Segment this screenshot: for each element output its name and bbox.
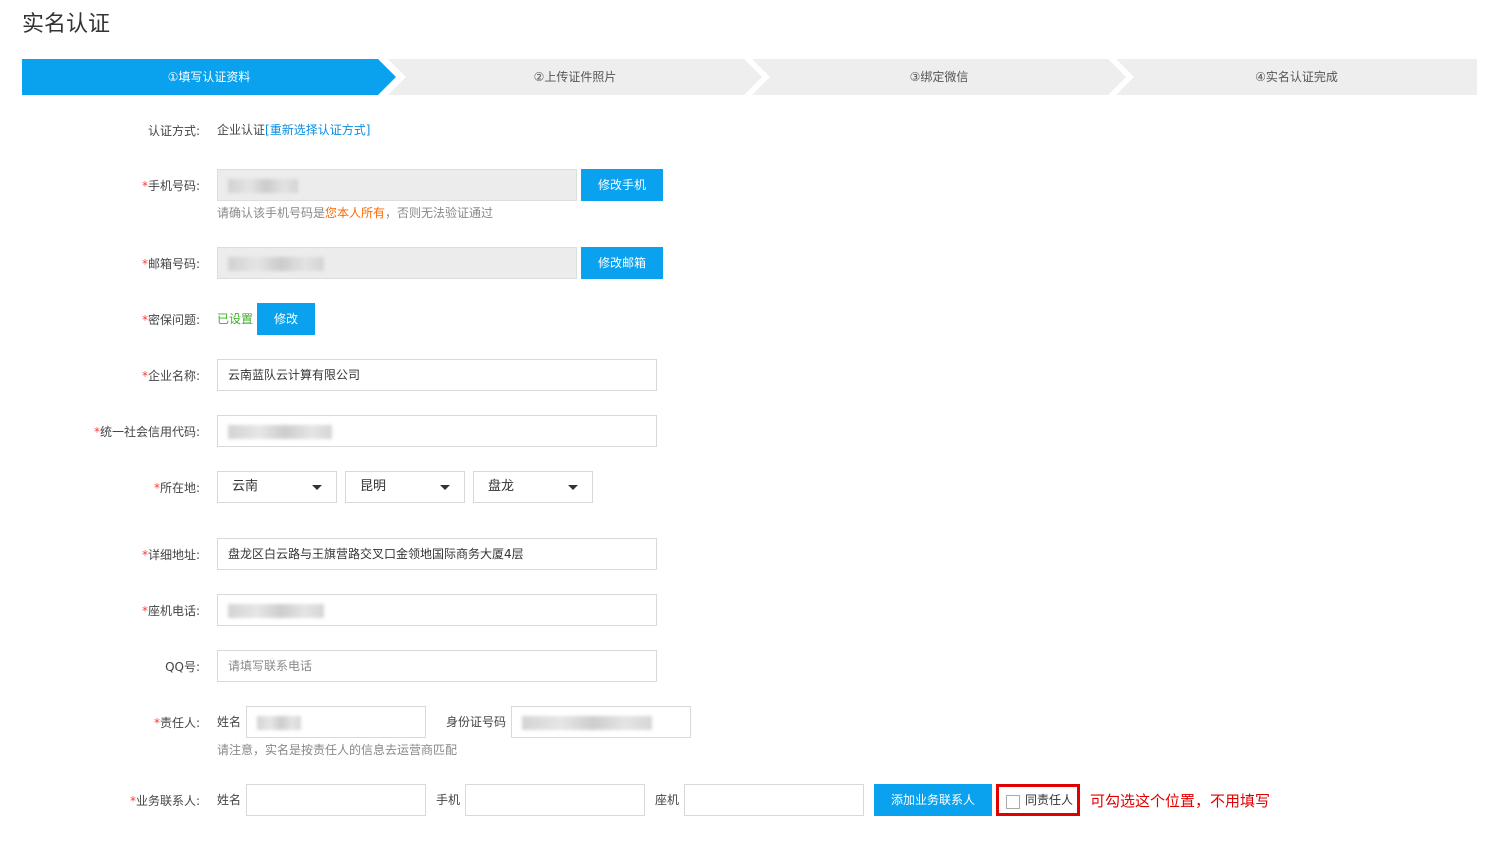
same-as-responsible-label: 同责任人 [1025,793,1074,807]
security-status: 已设置 [217,312,254,326]
contact-mobile-input[interactable] [465,784,645,816]
landline-label: *座机电话: [141,604,200,618]
responsible-name-input[interactable] [246,706,426,738]
email-label: *邮箱号码: [141,257,200,271]
location-label: *所在地: [153,481,200,495]
auth-method-label: 认证方式: [147,124,200,138]
id-number-label: 身份证号码 [446,715,507,729]
id-number-input[interactable] [511,706,691,738]
step-label: ②上传证件照片 [533,70,617,84]
add-contact-button[interactable]: 添加业务联系人 [874,784,992,816]
same-as-responsible-checkbox[interactable] [1006,795,1020,809]
responsible-label: *责任人: [153,716,200,730]
blurred-value [257,715,301,730]
credit-code-input[interactable] [217,415,657,447]
landline-input[interactable] [217,594,657,626]
business-contact-label: *业务联系人: [129,794,200,808]
progress-stepper: ①填写认证资料 ②上传证件照片 ③绑定微信 ④实名认证完成 [22,59,1477,95]
qq-label: QQ号: [165,660,200,674]
company-name-input[interactable]: 云南蓝队云计算有限公司 [217,359,657,391]
responsible-name-label: 姓名 [217,715,242,729]
page-title: 实名认证 [22,12,111,37]
contact-landline-input[interactable] [684,784,864,816]
step-fill-info[interactable]: ①填写认证资料 [22,59,396,95]
contact-mobile-label: 手机 [436,793,461,807]
blurred-value [522,715,652,730]
address-label: *详细地址: [141,548,200,562]
step-label: ④实名认证完成 [1255,70,1338,84]
blurred-value [228,256,324,271]
step-label: ③绑定微信 [909,70,969,84]
blurred-value [228,603,324,618]
same-as-responsible-highlight[interactable]: 同责任人 [996,784,1080,816]
change-security-button[interactable]: 修改 [257,303,315,335]
reselect-method-link[interactable]: [重新选择认证方式] [265,123,370,137]
annotation-note: 可勾选这个位置，不用填写 [1090,792,1271,810]
contact-name-input[interactable] [246,784,426,816]
chevron-down-icon [440,485,450,490]
change-email-button[interactable]: 修改邮箱 [581,247,663,279]
blurred-value [228,424,332,439]
qq-input[interactable]: 请填写联系电话 [217,650,657,682]
phone-label: *手机号码: [141,179,200,193]
change-phone-button[interactable]: 修改手机 [581,169,663,201]
email-field [217,247,577,279]
blurred-value [228,178,298,193]
auth-method-value: 企业认证[重新选择认证方式] [217,123,371,137]
contact-landline-label: 座机 [655,793,680,807]
security-question-label: *密保问题: [141,313,200,327]
contact-name-label: 姓名 [217,793,242,807]
credit-code-label: *统一社会信用代码: [93,425,200,439]
step-upload-photos[interactable]: ②上传证件照片 [388,59,762,95]
district-select[interactable]: 盘龙 [473,471,593,503]
chevron-down-icon [312,485,322,490]
step-label: ①填写认证资料 [167,70,251,84]
address-input[interactable]: 盘龙区白云路与王旗营路交叉口金领地国际商务大厦4层 [217,538,657,570]
province-select[interactable]: 云南 [217,471,337,503]
step-complete[interactable]: ④实名认证完成 [1116,59,1477,95]
step-bind-wechat[interactable]: ③绑定微信 [752,59,1126,95]
city-select[interactable]: 昆明 [345,471,465,503]
phone-hint: 请确认该手机号码是您本人所有，否则无法验证通过 [217,206,494,220]
company-name-label: *企业名称: [141,369,200,383]
responsible-hint: 请注意，实名是按责任人的信息去运营商匹配 [217,743,458,757]
phone-field [217,169,577,201]
chevron-down-icon [568,485,578,490]
